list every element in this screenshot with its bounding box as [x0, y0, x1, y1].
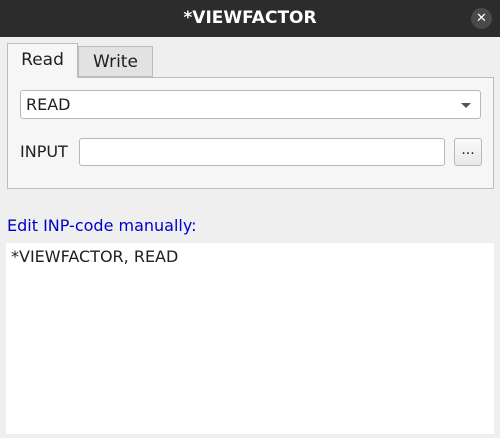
tab-read[interactable]: Read: [7, 43, 78, 78]
input-label: INPUT: [20, 142, 68, 161]
edit-inp-code-label: Edit INP-code manually:: [7, 216, 197, 235]
chevron-down-icon: [461, 103, 471, 108]
browse-button[interactable]: ...: [454, 138, 482, 166]
title-bar: *VIEWFACTOR ✕: [0, 0, 500, 37]
close-button[interactable]: ✕: [471, 8, 492, 29]
close-icon: ✕: [476, 11, 487, 26]
read-mode-combobox[interactable]: READ: [20, 90, 481, 119]
inp-code-editor[interactable]: *VIEWFACTOR, READ: [6, 243, 494, 434]
window-title: *VIEWFACTOR: [183, 8, 317, 28]
combo-selected-value: READ: [26, 95, 71, 114]
viewfactor-dialog: *VIEWFACTOR ✕ Read Write READ INPUT ... …: [0, 0, 500, 438]
tab-write[interactable]: Write: [78, 46, 153, 77]
input-file-field[interactable]: [79, 138, 445, 166]
read-tab-panel: READ INPUT ...: [7, 77, 494, 189]
